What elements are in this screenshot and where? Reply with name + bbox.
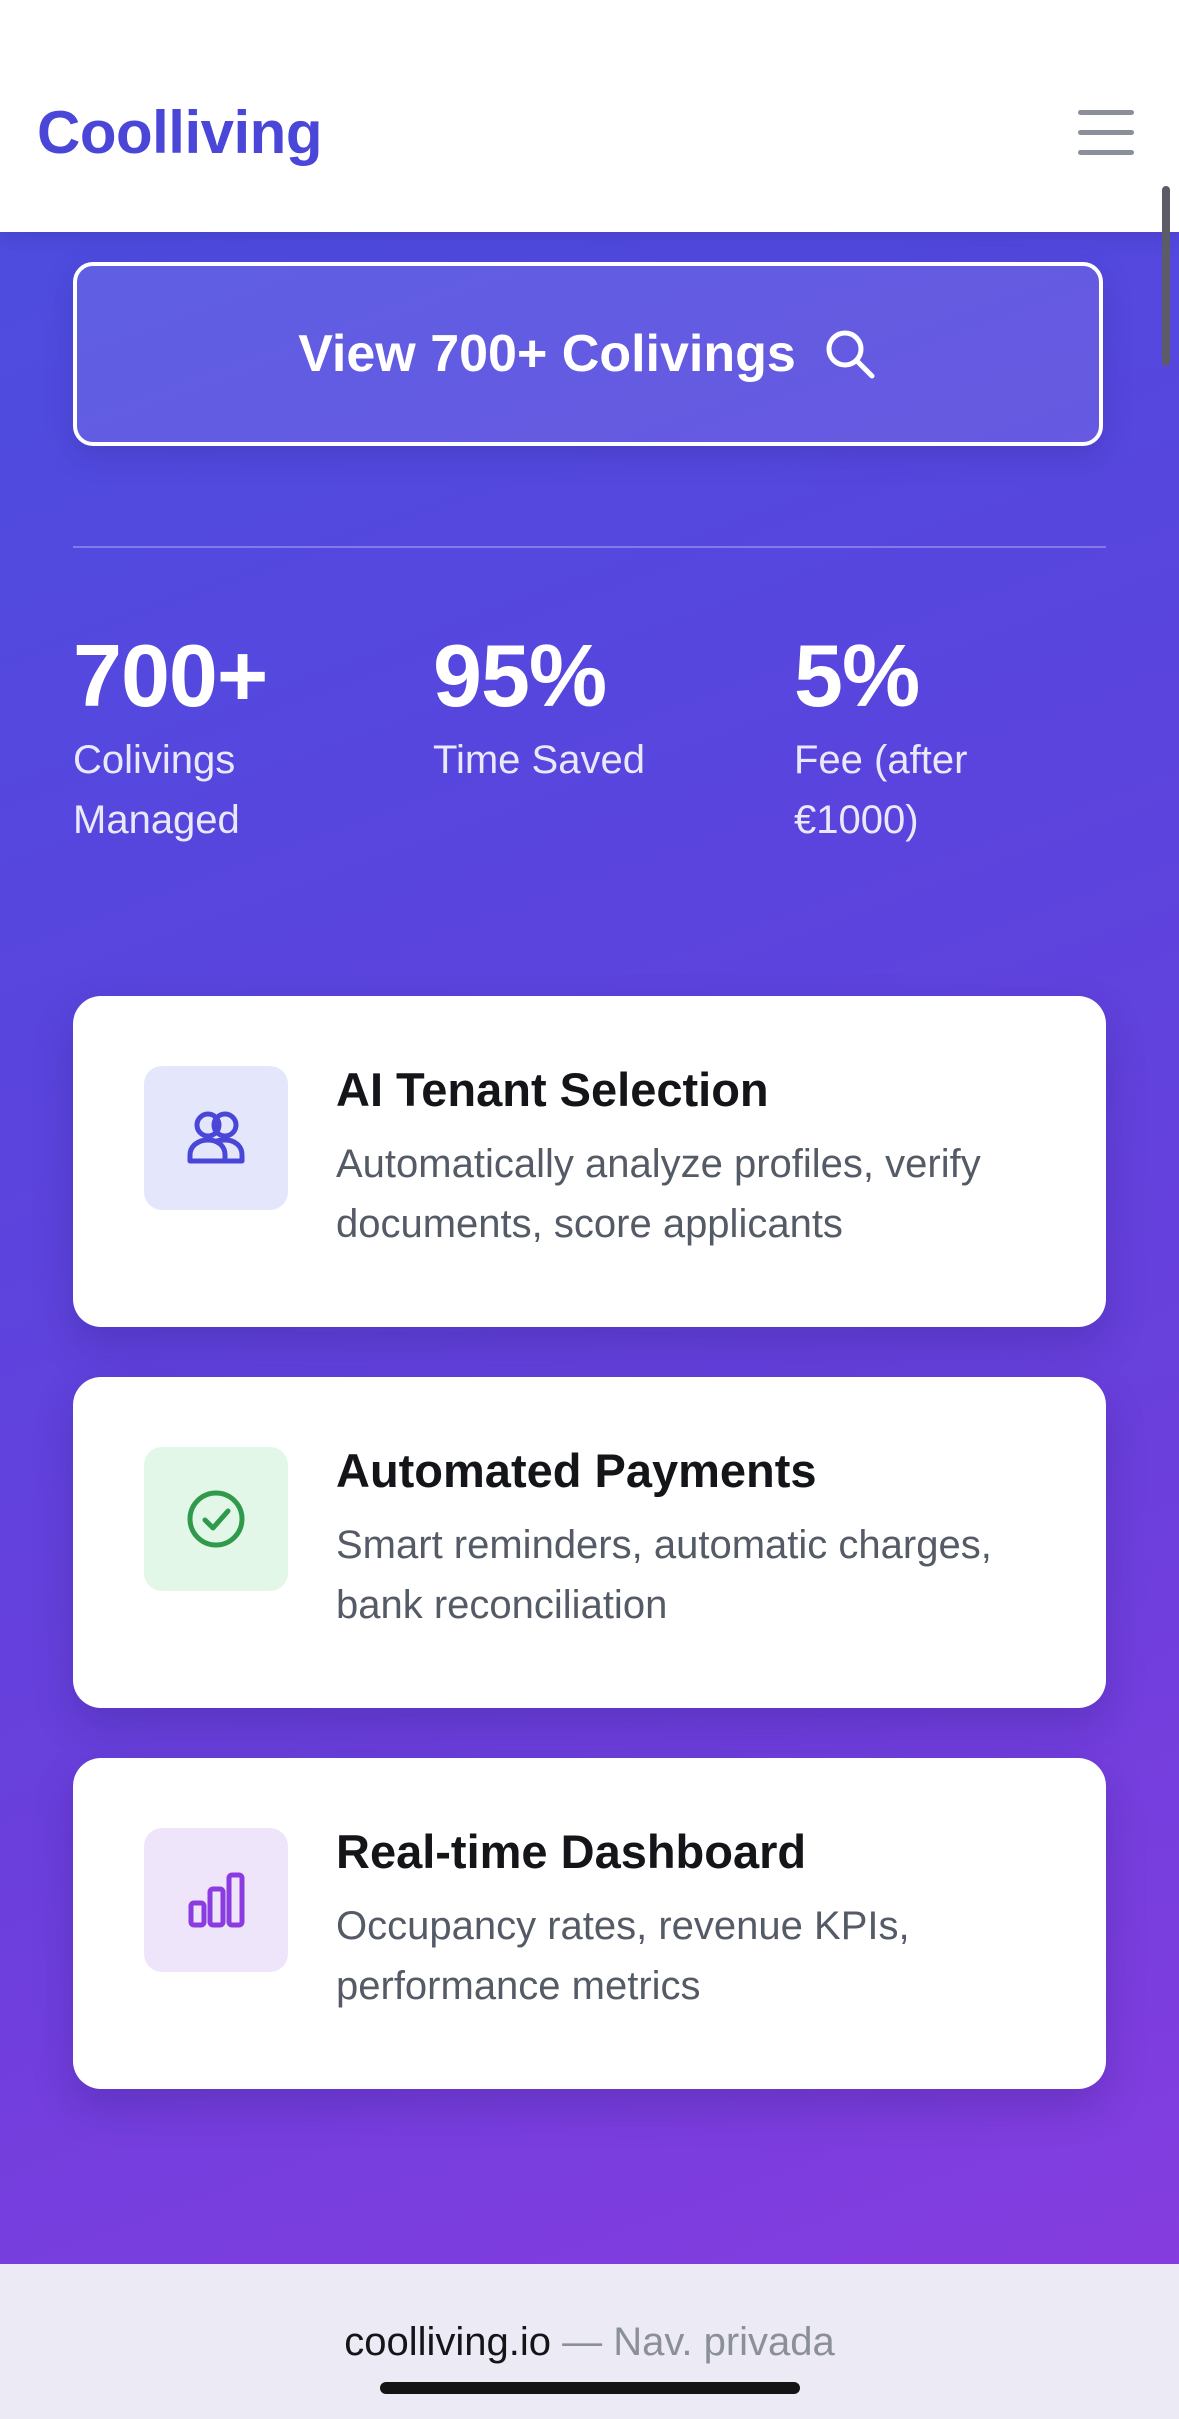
feature-description: Occupancy rates, revenue KPIs, performan… — [336, 1904, 910, 2008]
brand-logo[interactable]: Coolliving — [37, 98, 322, 167]
hamburger-menu-icon[interactable] — [1078, 110, 1134, 156]
bar-chart-icon — [144, 1828, 288, 1972]
feature-description: Automatically analyze profiles, verify d… — [336, 1142, 981, 1246]
stat-label: Fee (after €1000) — [794, 738, 968, 842]
search-icon — [822, 326, 878, 382]
browsing-mode: — Nav. privada — [550, 2320, 835, 2364]
section-divider — [73, 546, 1106, 548]
browser-address-bar[interactable]: coolliving.io — Nav. privada — [0, 2264, 1179, 2419]
stat-time-saved: 95% Time Saved — [433, 626, 763, 790]
feature-description: Smart reminders, automatic charges, bank… — [336, 1523, 992, 1627]
browser-url[interactable]: coolliving.io — Nav. privada — [0, 2320, 1179, 2365]
app-header: Coolliving — [0, 0, 1179, 232]
stat-value: 95% — [433, 626, 607, 725]
stat-label: Colivings Managed — [73, 738, 240, 842]
stat-value: 700+ — [73, 626, 268, 725]
check-circle-icon — [144, 1447, 288, 1591]
feature-title: Automated Payments — [336, 1444, 817, 1497]
feature-title: AI Tenant Selection — [336, 1063, 769, 1116]
feature-card-automated-payments[interactable]: Automated Payments Smart reminders, auto… — [73, 1377, 1106, 1708]
view-colivings-button[interactable]: View 700+ Colivings — [73, 262, 1103, 446]
stat-fee: 5% Fee (after €1000) — [794, 626, 1054, 850]
feature-title: Real-time Dashboard — [336, 1825, 807, 1878]
browser-domain: coolliving.io — [344, 2320, 551, 2364]
stat-colivings: 700+ Colivings Managed — [73, 626, 373, 850]
feature-card-real-time-dashboard[interactable]: Real-time Dashboard Occupancy rates, rev… — [73, 1758, 1106, 2089]
stat-label: Time Saved — [433, 738, 645, 782]
feature-card-ai-tenant-selection[interactable]: AI Tenant Selection Automatically analyz… — [73, 996, 1106, 1327]
scrollbar[interactable] — [1162, 186, 1170, 366]
users-icon — [144, 1066, 288, 1210]
home-indicator[interactable] — [380, 2382, 800, 2394]
view-colivings-label: View 700+ Colivings — [298, 325, 796, 383]
stat-value: 5% — [794, 626, 920, 725]
